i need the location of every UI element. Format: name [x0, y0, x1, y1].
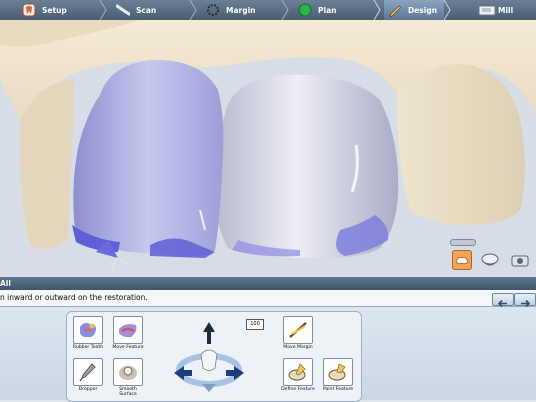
tool-label: Smooth Surface	[119, 387, 137, 397]
chevron-separator-icon	[189, 0, 197, 20]
tool-label: Paint Feature	[322, 387, 354, 392]
panel-title: All	[0, 279, 11, 288]
step-design[interactable]: Design	[384, 0, 444, 20]
define-feature-tool[interactable]: Define Feature	[280, 358, 316, 392]
move-feature-tool[interactable]: Move Feature	[110, 316, 146, 350]
back-button[interactable]	[492, 293, 514, 308]
step-mill[interactable]: Mill	[478, 0, 513, 20]
step-setup[interactable]: Setup	[22, 0, 67, 20]
step-label: Margin	[226, 5, 256, 15]
arrow-up-icon[interactable]	[203, 322, 215, 344]
step-label: Plan	[318, 5, 337, 15]
step-scan[interactable]: Scan	[115, 0, 157, 20]
mill-machine-icon	[478, 3, 496, 17]
move-feature-icon	[113, 316, 143, 344]
arrow-down-icon[interactable]	[202, 384, 216, 392]
rubber-tooth-icon	[73, 316, 103, 344]
instruction-text: n inward or outward on the restoration.	[0, 293, 148, 302]
tooth-model-icon	[200, 349, 218, 371]
green-dot-icon	[298, 3, 312, 17]
dropper-icon	[73, 358, 103, 386]
tooth-view-button[interactable]	[480, 252, 499, 270]
step-margin[interactable]: Margin	[206, 0, 256, 20]
chevron-separator-icon	[443, 0, 451, 20]
move-margin-tool[interactable]: Move Margin	[280, 316, 316, 350]
size-stepper[interactable]: 100	[246, 319, 264, 330]
chevron-separator-icon	[99, 0, 107, 20]
chevron-separator-icon	[281, 0, 289, 20]
step-label: Scan	[136, 5, 157, 15]
step-plan[interactable]: Plan	[298, 0, 336, 20]
panel-title-bar: All	[0, 277, 536, 290]
instruction-bar: n inward or outward on the restoration.	[0, 290, 536, 307]
tool-label: Dropper	[78, 387, 98, 392]
chevron-separator-icon	[373, 0, 381, 20]
dropper-tool[interactable]: Dropper	[70, 358, 106, 392]
step-label: Mill	[498, 5, 514, 15]
tool-label: Define Feature	[281, 387, 315, 392]
step-label: Setup	[42, 5, 67, 15]
occlusal-view-button[interactable]	[452, 250, 472, 270]
tool-label: Move Feature	[112, 345, 144, 350]
rubber-tooth-tool[interactable]: Rubber Tooth	[70, 316, 106, 350]
camera-view-button[interactable]	[510, 252, 529, 270]
scan-wand-icon	[115, 3, 131, 17]
tooth-setup-icon	[22, 3, 36, 17]
pencil-icon	[388, 3, 402, 17]
3d-navigation-widget[interactable]	[170, 318, 248, 396]
forward-button[interactable]	[514, 293, 536, 308]
define-feature-icon	[283, 358, 313, 386]
workflow-bar: Setup Scan Margin Plan Design Mill	[0, 0, 536, 21]
smooth-surface-icon	[113, 358, 143, 386]
smooth-surface-tool[interactable]: Smooth Surface	[110, 358, 146, 397]
paint-feature-tool[interactable]: Paint Feature	[320, 358, 356, 392]
move-margin-icon	[283, 316, 313, 344]
occlusal-view-icon	[455, 257, 469, 265]
step-label: Design	[408, 5, 438, 15]
3d-viewport[interactable]	[0, 20, 536, 277]
margin-ring-icon	[206, 3, 220, 17]
tooth-view-icon	[481, 253, 499, 266]
camera-view-icon	[511, 255, 529, 267]
tool-label: Move Margin	[283, 345, 313, 350]
paint-feature-icon	[323, 358, 353, 386]
tool-label: Rubber Tooth	[72, 345, 104, 350]
view-toggle-handle[interactable]	[450, 239, 476, 246]
